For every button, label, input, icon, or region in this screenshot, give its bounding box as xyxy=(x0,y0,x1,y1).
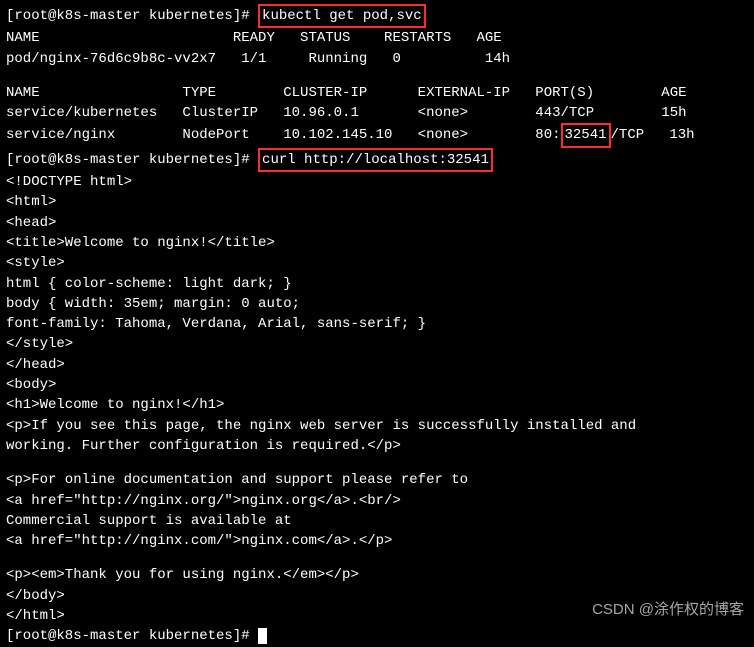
output-line: <body> xyxy=(6,375,748,395)
pods-header: NAME READY STATUS RESTARTS AGE xyxy=(6,28,748,48)
svc-header: NAME TYPE CLUSTER-IP EXTERNAL-IP PORT(S)… xyxy=(6,83,748,103)
output-line: body { width: 35em; margin: 0 auto; xyxy=(6,294,748,314)
output-line: </head> xyxy=(6,355,748,375)
output-line: Commercial support is available at xyxy=(6,511,748,531)
pods-row: pod/nginx-76d6c9b8c-vv2x7 1/1 Running 0 … xyxy=(6,49,748,69)
port-highlight: 32541 xyxy=(561,123,611,147)
command-2: curl http://localhost:32541 xyxy=(262,152,489,168)
command-1: kubectl get pod,svc xyxy=(262,8,422,24)
shell-prompt: [root@k8s-master kubernetes]# xyxy=(6,628,258,644)
output-line: <p>For online documentation and support … xyxy=(6,470,748,490)
output-line: <h1>Welcome to nginx!</h1> xyxy=(6,395,748,415)
output-line xyxy=(6,551,748,565)
command-highlight-1: kubectl get pod,svc xyxy=(258,4,426,28)
output-line: <!DOCTYPE html> xyxy=(6,172,748,192)
output-line: font-family: Tahoma, Verdana, Arial, san… xyxy=(6,314,748,334)
command-highlight-2: curl http://localhost:32541 xyxy=(258,148,493,172)
svc-port: 32541 xyxy=(565,127,607,143)
shell-prompt: [root@k8s-master kubernetes]# xyxy=(6,8,258,24)
prompt-line-2: [root@k8s-master kubernetes]# curl http:… xyxy=(6,148,748,172)
svc-row-2-b: /TCP 13h xyxy=(611,127,695,143)
output-line: <html> xyxy=(6,192,748,212)
output-line: </style> xyxy=(6,334,748,354)
svc-row-2-a: service/nginx NodePort 10.102.145.10 <no… xyxy=(6,127,561,143)
output-line xyxy=(6,456,748,470)
output-line: working. Further configuration is requir… xyxy=(6,436,748,456)
shell-prompt: [root@k8s-master kubernetes]# xyxy=(6,152,258,168)
output-line: <p>If you see this page, the nginx web s… xyxy=(6,416,748,436)
output-line: html { color-scheme: light dark; } xyxy=(6,274,748,294)
output-line: <title>Welcome to nginx!</title> xyxy=(6,233,748,253)
output-line: <head> xyxy=(6,213,748,233)
cursor xyxy=(258,628,267,644)
curl-output: <!DOCTYPE html><html><head><title>Welcom… xyxy=(6,172,748,626)
prompt-line-1: [root@k8s-master kubernetes]# kubectl ge… xyxy=(6,4,748,28)
blank-line xyxy=(6,69,748,83)
output-line: <a href="http://nginx.com/">nginx.com</a… xyxy=(6,531,748,551)
output-line: <a href="http://nginx.org/">nginx.org</a… xyxy=(6,491,748,511)
watermark: CSDN @涂作权的博客 xyxy=(592,599,744,621)
output-line: <p><em>Thank you for using nginx.</em></… xyxy=(6,565,748,585)
output-line: <style> xyxy=(6,253,748,273)
prompt-line-3[interactable]: [root@k8s-master kubernetes]# xyxy=(6,626,748,646)
svc-row-2: service/nginx NodePort 10.102.145.10 <no… xyxy=(6,123,748,147)
svc-row-1: service/kubernetes ClusterIP 10.96.0.1 <… xyxy=(6,103,748,123)
